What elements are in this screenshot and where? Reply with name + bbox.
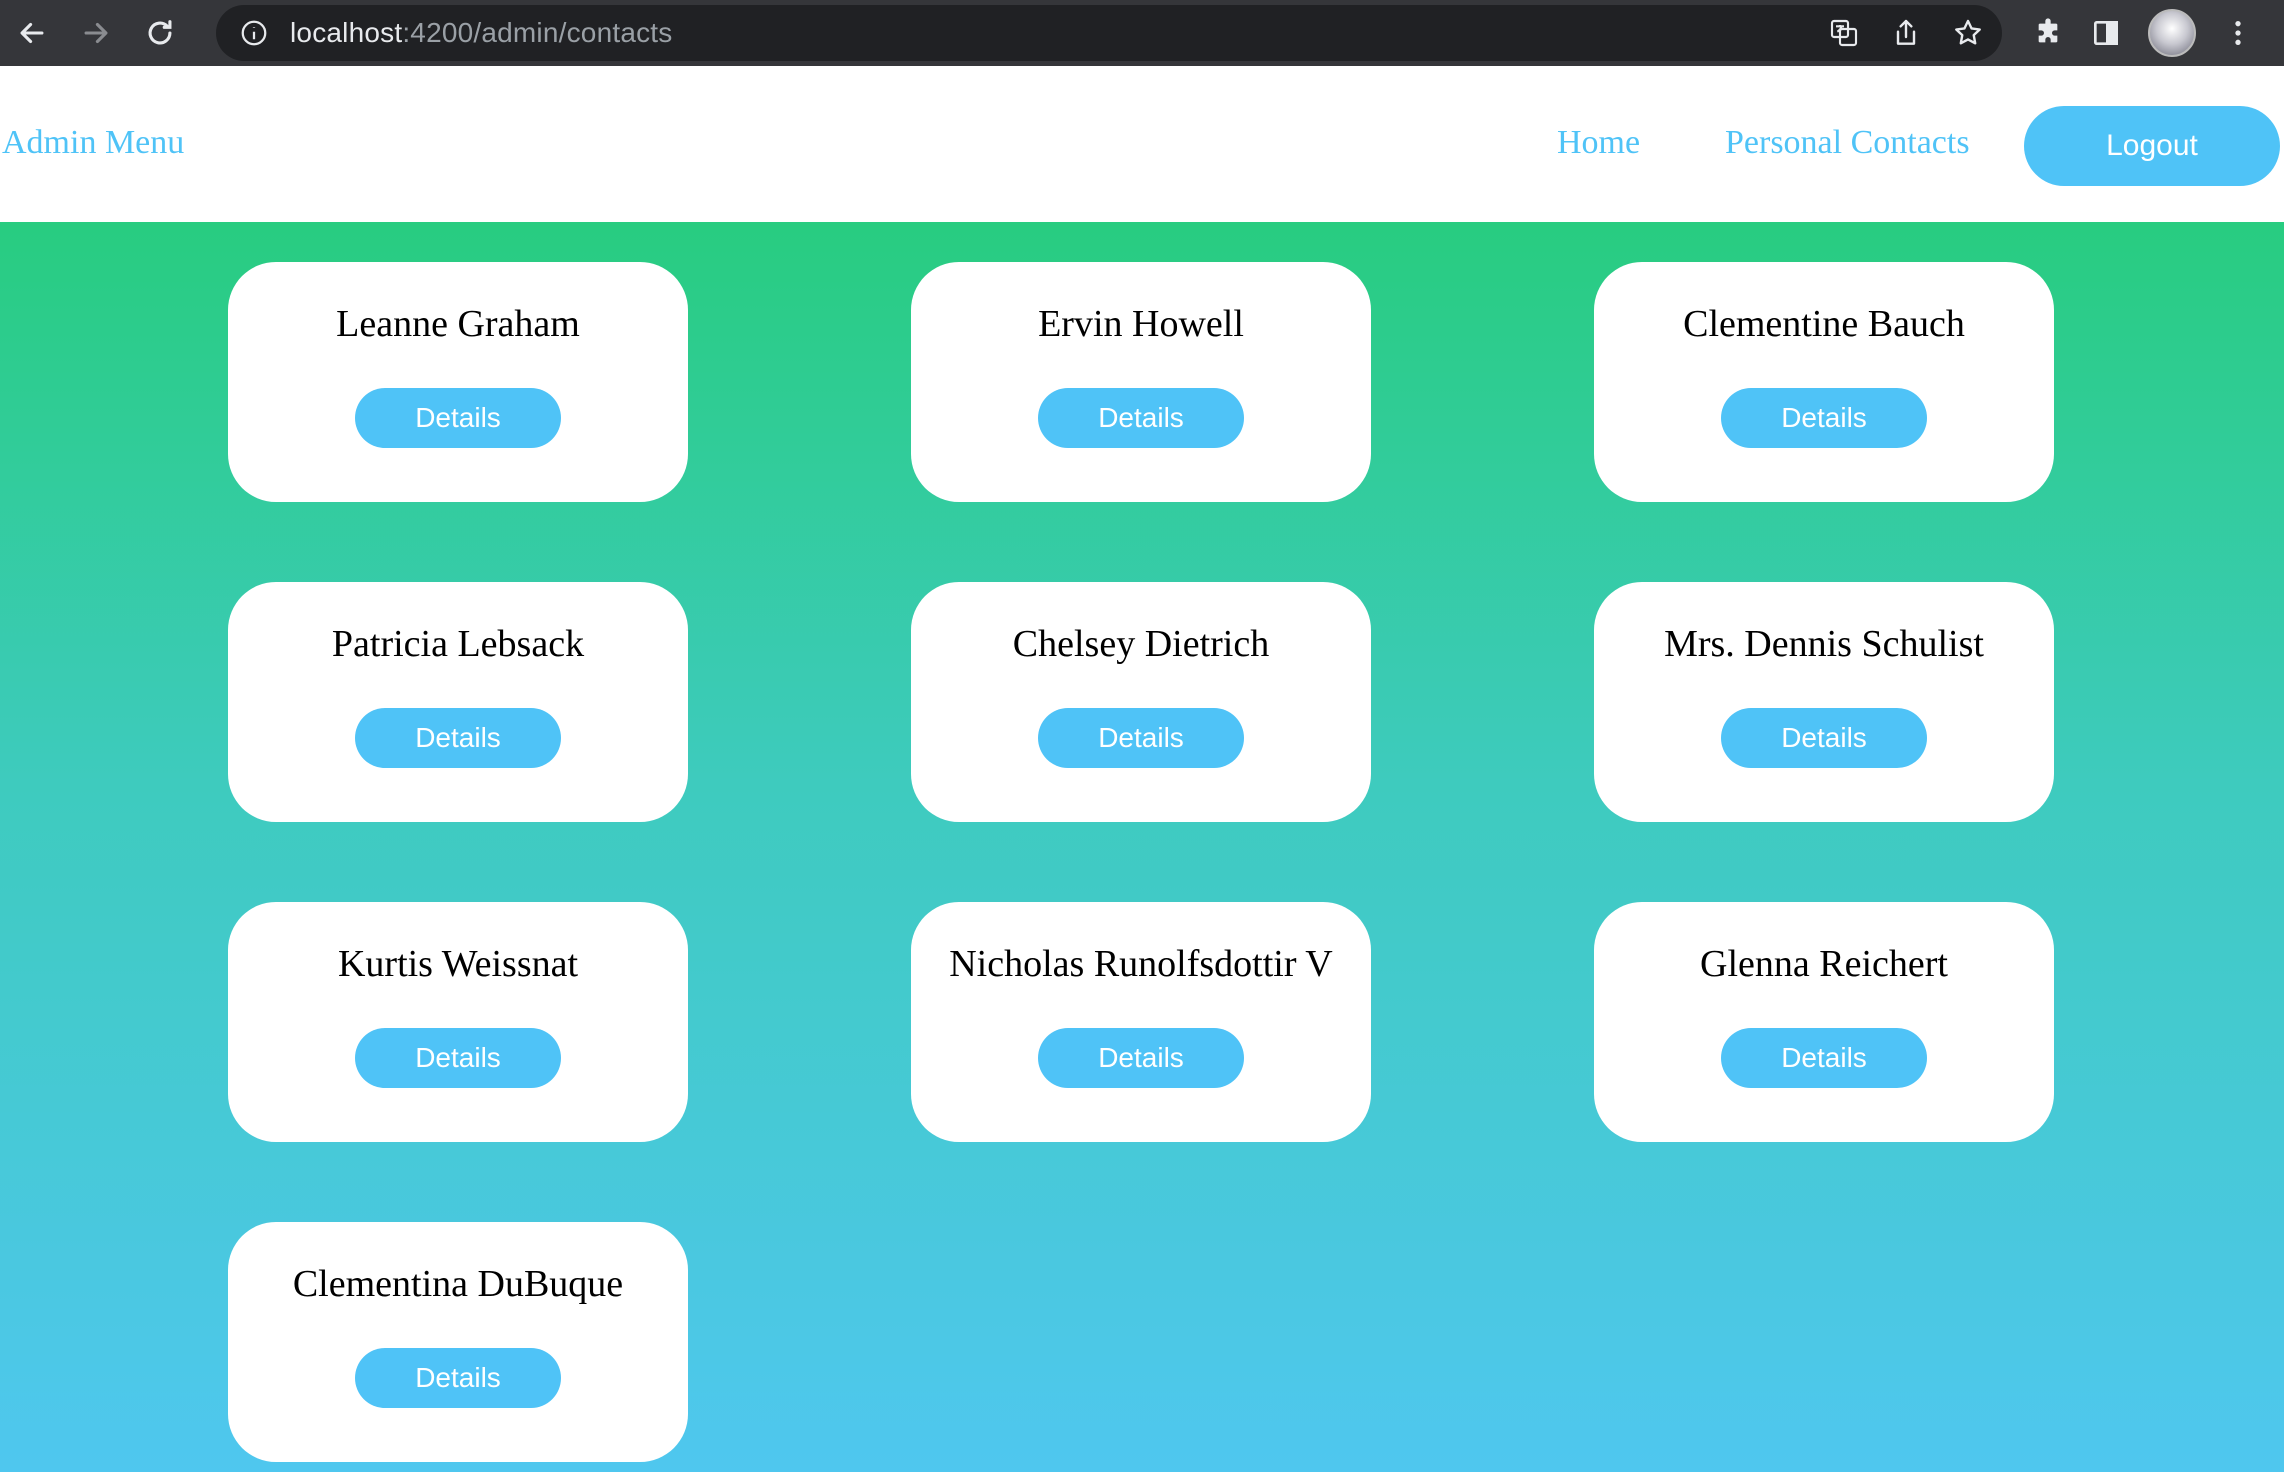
contact-card: Glenna Reichert Details (1594, 902, 2054, 1142)
contact-name: Leanne Graham (336, 303, 580, 345)
details-button[interactable]: Details (1038, 708, 1244, 768)
more-menu-icon[interactable] (2222, 17, 2254, 49)
address-bar[interactable]: localhost:4200/admin/contacts (216, 5, 2002, 61)
nav-personal-contacts-link[interactable]: Personal Contacts (1725, 124, 1970, 162)
details-button[interactable]: Details (1721, 388, 1927, 448)
contact-name: Glenna Reichert (1700, 943, 1948, 985)
details-button[interactable]: Details (1038, 1028, 1244, 1088)
contact-name: Chelsey Dietrich (1012, 623, 1270, 665)
details-button[interactable]: Details (355, 708, 561, 768)
contact-name: Kurtis Weissnat (337, 943, 579, 985)
logout-button[interactable]: Logout (2024, 106, 2280, 186)
bookmark-star-icon[interactable] (1952, 17, 1984, 49)
contact-card: Chelsey Dietrich Details (911, 582, 1371, 822)
url-text[interactable]: localhost:4200/admin/contacts (290, 17, 672, 49)
url-path: :4200/admin/contacts (402, 17, 673, 48)
details-button[interactable]: Details (1038, 388, 1244, 448)
details-button[interactable]: Details (1721, 1028, 1927, 1088)
url-host: localhost (290, 17, 403, 48)
contact-name: Ervin Howell (1038, 303, 1244, 345)
share-icon[interactable] (1890, 17, 1922, 49)
contact-card: Nicholas Runolfsdottir V Details (911, 902, 1371, 1142)
contact-name: Clementine Bauch (1683, 303, 1965, 345)
contact-card: Patricia Lebsack Details (228, 582, 688, 822)
details-button[interactable]: Details (1721, 708, 1927, 768)
extensions-icon[interactable] (2032, 17, 2064, 49)
details-button[interactable]: Details (355, 1348, 561, 1408)
admin-menu-link[interactable]: Admin Menu (2, 124, 184, 162)
details-button[interactable]: Details (355, 1028, 561, 1088)
translate-icon[interactable] (1828, 17, 1860, 49)
nav-home-link[interactable]: Home (1557, 124, 1640, 162)
contact-card: Mrs. Dennis Schulist Details (1594, 582, 2054, 822)
contact-card: Clementine Bauch Details (1594, 262, 2054, 502)
side-panel-icon[interactable] (2090, 17, 2122, 49)
contact-card: Kurtis Weissnat Details (228, 902, 688, 1142)
contact-card: Clementina DuBuque Details (228, 1222, 688, 1462)
contacts-grid: Leanne Graham Details Ervin Howell Detai… (228, 262, 2054, 1462)
contact-name: Patricia Lebsack (331, 623, 585, 665)
browser-toolbar: localhost:4200/admin/contacts (0, 0, 2284, 66)
contact-card: Leanne Graham Details (228, 262, 688, 502)
contacts-area: Leanne Graham Details Ervin Howell Detai… (0, 222, 2284, 1472)
forward-arrow-icon[interactable] (64, 0, 128, 66)
reload-icon[interactable] (128, 0, 192, 66)
site-info-icon[interactable] (236, 15, 272, 51)
contact-name: Clementina DuBuque (292, 1263, 624, 1305)
app-header: Admin Menu Home Personal Contacts Logout (0, 66, 2284, 222)
back-arrow-icon[interactable] (0, 0, 64, 66)
contact-name: Nicholas Runolfsdottir V (949, 943, 1333, 985)
details-button[interactable]: Details (355, 388, 561, 448)
profile-avatar[interactable] (2148, 9, 2196, 57)
contact-card: Ervin Howell Details (911, 262, 1371, 502)
contact-name: Mrs. Dennis Schulist (1664, 623, 1984, 665)
